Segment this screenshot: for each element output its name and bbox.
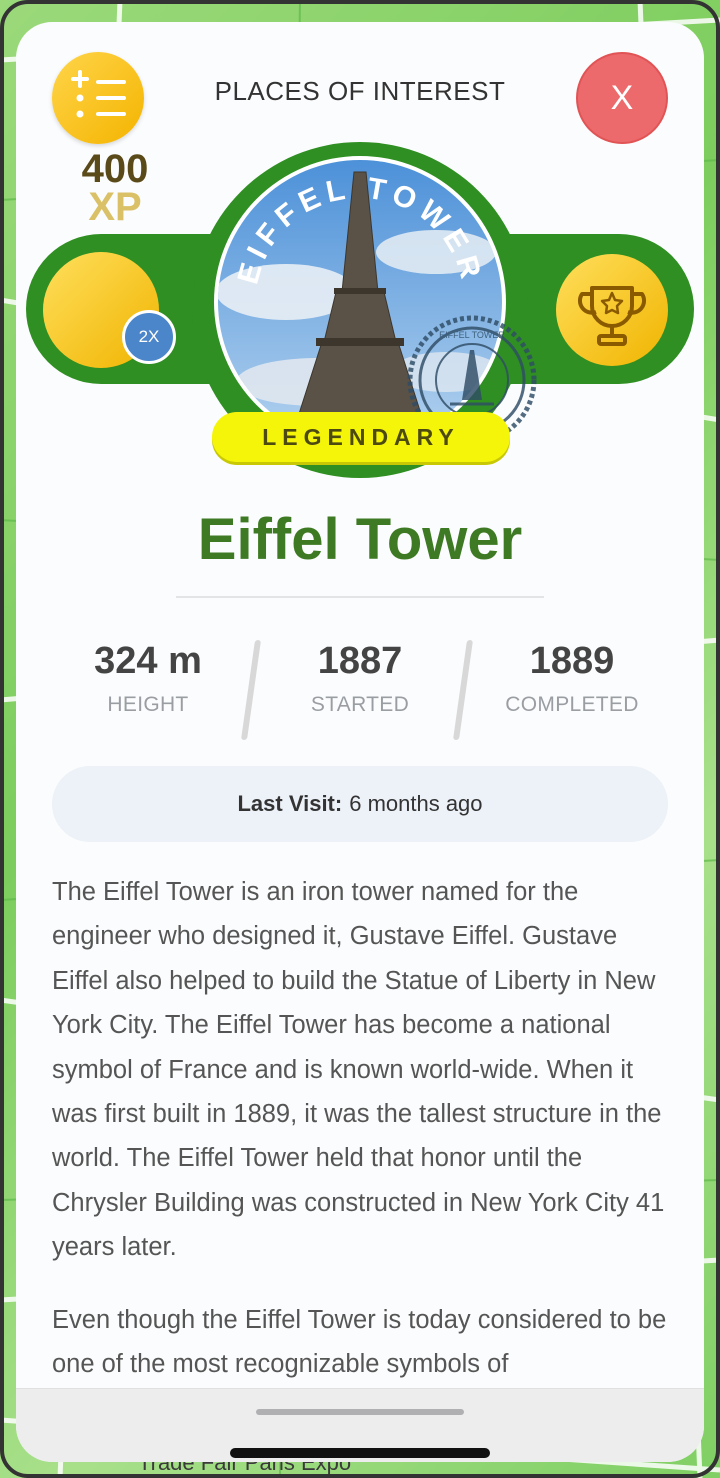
stat-value: 1887 [317,640,403,682]
last-visit-label: Last Visit: [237,791,343,816]
description-paragraph: The Eiffel Tower is an iron tower named … [52,878,665,1262]
rarity-banner: LEGENDARY [212,412,510,462]
svg-text:EIFFEL TOWER: EIFFEL TOWER [439,330,505,340]
home-indicator[interactable] [230,1448,490,1458]
last-visit-value: 6 months ago [349,791,483,816]
last-visit-pill: Last Visit: 6 months ago [52,766,668,842]
stat-label: COMPLETED [505,693,639,716]
list-plus-icon [71,70,126,118]
xp-multiplier-badge: 2X [122,310,176,364]
title-divider [176,596,544,598]
place-title: Eiffel Tower [197,507,523,572]
sheet-grabber[interactable] [256,1409,464,1415]
stat-label: HEIGHT [107,693,189,716]
stat-completed: 1889 COMPLETED [472,640,672,717]
xp-reward: 400 XP [60,147,170,229]
stat-label: STARTED [310,693,410,716]
close-icon: X [610,78,634,117]
stat-height: 324 m HEIGHT [48,640,248,717]
stats-row: 324 m HEIGHT 1887 STARTED 1889 COMPLETED [40,640,680,740]
description-paragraph: Even though the Eiffel Tower is today co… [52,1305,667,1379]
stat-started: 1887 STARTED [260,640,460,717]
xp-value: 400 [81,147,149,191]
stat-value: 1889 [529,640,615,682]
menu-button[interactable] [52,52,144,144]
stat-value: 324 m [94,640,202,682]
place-details-modal: PLACES OF INTEREST X EIFFEL TOWER EIFFEL… [16,22,704,1462]
xp-unit: XP [88,185,142,229]
header-title: PLACES OF INTEREST [214,76,506,106]
description: The Eiffel Tower is an iron tower named … [52,870,672,1414]
close-button[interactable]: X [576,52,668,144]
